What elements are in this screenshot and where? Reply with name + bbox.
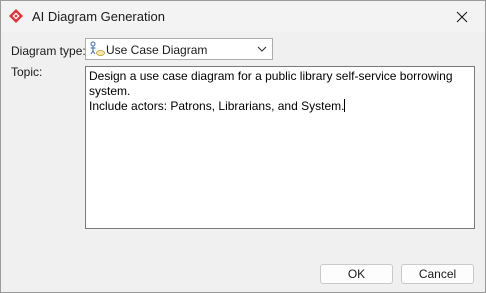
topic-label: Topic: xyxy=(11,65,43,79)
window-title: AI Diagram Generation xyxy=(32,9,165,24)
close-button[interactable] xyxy=(439,1,485,32)
diagram-type-select[interactable]: Use Case Diagram xyxy=(85,38,273,60)
close-icon xyxy=(456,11,468,22)
use-case-diagram-icon xyxy=(90,41,105,56)
cancel-button[interactable]: Cancel xyxy=(401,264,474,284)
title-bar: AI Diagram Generation xyxy=(1,1,485,32)
chevron-down-icon xyxy=(257,46,267,52)
diagram-type-value: Use Case Diagram xyxy=(106,43,208,57)
app-logo-icon xyxy=(9,9,23,23)
ok-button[interactable]: OK xyxy=(320,264,393,284)
text-caret xyxy=(344,99,346,112)
topic-text: Design a use case diagram for a public l… xyxy=(89,69,453,113)
diagram-type-label: Diagram type: xyxy=(11,44,86,58)
topic-textarea[interactable]: Design a use case diagram for a public l… xyxy=(85,66,475,229)
dialog-window: AI Diagram Generation Diagram type: Use … xyxy=(0,0,486,293)
